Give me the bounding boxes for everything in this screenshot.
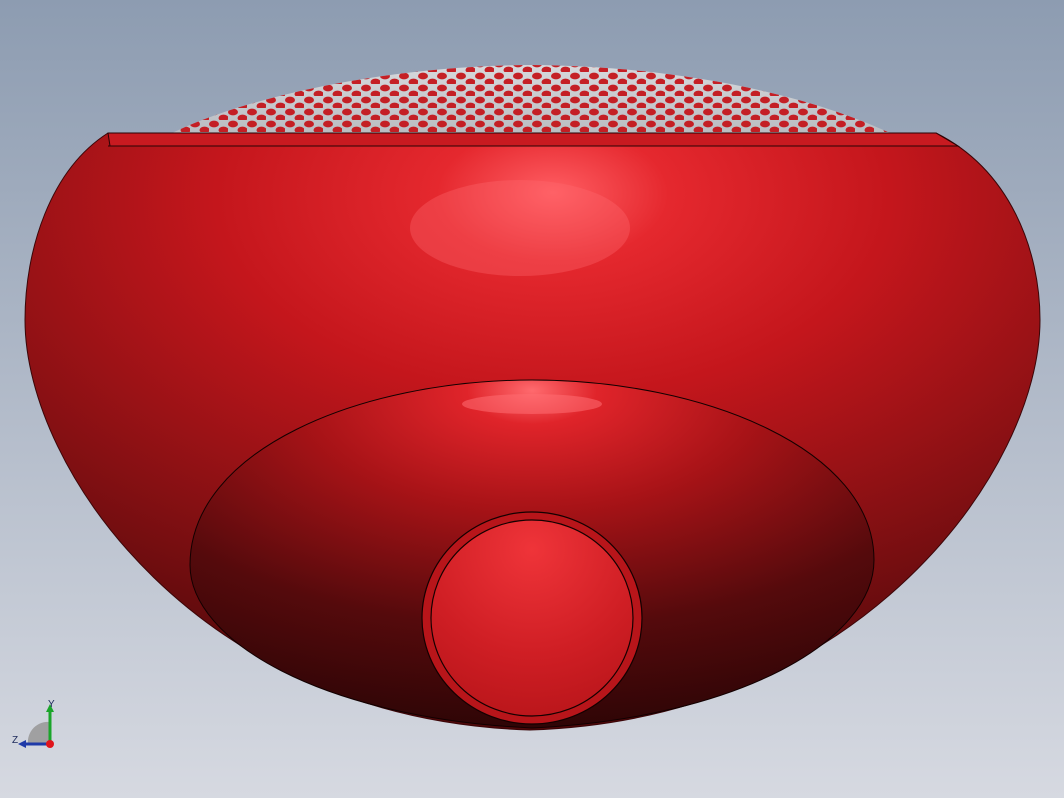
z-axis-label: Z	[12, 735, 19, 746]
y-axis-label: Y	[48, 699, 55, 710]
axis-triad-icon	[18, 704, 54, 748]
cad-viewport[interactable]: Y Z	[0, 0, 1064, 798]
power-button[interactable]	[421, 511, 643, 725]
axis-triad: Y Z	[8, 700, 64, 756]
model-scene[interactable]	[0, 0, 1064, 798]
